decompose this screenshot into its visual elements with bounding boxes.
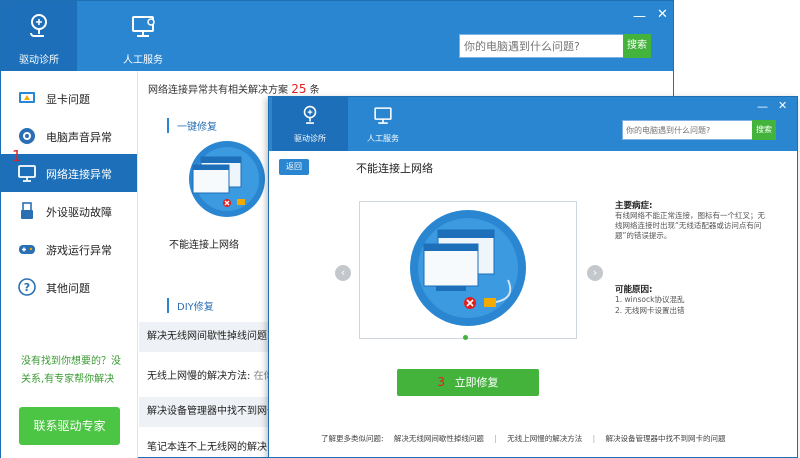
- close-icon[interactable]: ✕: [778, 99, 787, 113]
- carousel-dot[interactable]: [463, 335, 468, 340]
- search-button[interactable]: 搜索: [623, 34, 651, 58]
- solution-row[interactable]: 无线上网慢的解决方法: 在你: [139, 362, 274, 392]
- detail-header: 驱动诊所 人工服务 — ✕ 搜索: [269, 97, 797, 151]
- graphics-card-icon: [19, 92, 35, 103]
- close-icon[interactable]: ✕: [657, 8, 668, 22]
- cause-item: 2. 无线网卡设置出错: [615, 306, 685, 315]
- step-marker-3: 3: [437, 375, 446, 389]
- tab-driver-clinic[interactable]: 驱动诊所: [272, 97, 348, 151]
- solution-row[interactable]: 解决设备管理器中找不到网卡: [139, 397, 274, 427]
- next-arrow-icon[interactable]: ›: [587, 265, 603, 281]
- sidebar-item-peripheral[interactable]: 外设驱动故障: [1, 192, 137, 230]
- svg-text:?: ?: [24, 281, 30, 294]
- tab-label: 人工服务: [123, 55, 163, 66]
- minimize-icon[interactable]: —: [633, 10, 646, 24]
- link-separator: |: [494, 434, 497, 443]
- solution-title: 无线上网慢的解决方法:: [147, 371, 251, 382]
- network-monitor-icon: [410, 210, 526, 326]
- main-header: 驱动诊所 人工服务 — ✕ 搜索: [1, 1, 673, 71]
- symptoms-text: 有线网络不能正常连接，图标有一个红叉；无线网络连接时出现“无线适配器或访问点有问…: [615, 211, 765, 240]
- monitor-support-icon: [132, 16, 155, 37]
- tab-label: 驱动诊所: [294, 134, 326, 143]
- one-click-section-title: 一键修复: [167, 118, 217, 133]
- related-links: 了解更多类似问题: 解决无线网间歇性掉线问题 | 无线上网慢的解决方法 | 解决…: [321, 433, 734, 444]
- contact-expert-button[interactable]: 联系驱动专家: [19, 407, 120, 445]
- speaker-icon: [19, 128, 35, 144]
- network-fix-card[interactable]: [159, 139, 271, 225]
- related-link[interactable]: 解决设备管理器中找不到网卡的问题: [606, 434, 726, 443]
- sidebar: 显卡问题 电脑声音异常 网络连接异常 1 外设驱动故障 游戏运行异常 ? 其他问…: [1, 71, 138, 458]
- related-link[interactable]: 无线上网慢的解决方法: [507, 434, 582, 443]
- card-label: 不能连接上网络: [169, 240, 239, 251]
- tab-label: 驱动诊所: [19, 55, 59, 66]
- sidebar-item-label: 显卡问题: [46, 93, 90, 106]
- sidebar-item-label: 其他问题: [46, 282, 90, 295]
- solution-summary: 网络连接异常共有相关解决方案 25 条: [148, 81, 320, 96]
- fix-button-label: 立即修复: [454, 376, 499, 389]
- symptoms-heading: 主要病症:: [615, 201, 653, 211]
- question-icon: ?: [18, 278, 36, 296]
- solution-title: 解决设备管理器中找不到网卡: [147, 406, 274, 417]
- network-monitor-icon: [189, 141, 265, 217]
- summary-suffix: 条: [309, 85, 320, 96]
- solution-title: 解决无线网间歇性掉线问题: [147, 331, 267, 342]
- help-text: 没有找到你想要的？没关系,有专家帮你解决: [21, 356, 121, 385]
- summary-prefix: 网络连接异常共有相关解决方案: [148, 85, 288, 96]
- prev-arrow-icon[interactable]: ‹: [335, 265, 351, 281]
- sidebar-item-graphics[interactable]: 显卡问题: [1, 79, 137, 117]
- step-marker-1: 1: [12, 147, 22, 165]
- diy-section-title: DIY修复: [167, 298, 214, 313]
- stethoscope-icon: [30, 14, 47, 37]
- search-input[interactable]: [623, 121, 751, 139]
- gamepad-icon: [19, 245, 35, 254]
- solution-title: 笔记本连不上无线网的解决: [147, 442, 267, 453]
- related-link[interactable]: 解决无线网间歇性掉线问题: [394, 434, 484, 443]
- sidebar-item-other[interactable]: ? 其他问题: [1, 268, 137, 306]
- tab-human-service[interactable]: 人工服务: [105, 1, 181, 71]
- detail-window: 驱动诊所 人工服务 — ✕ 搜索 返回 不能连接上网络 ‹: [268, 96, 798, 458]
- sidebar-item-label: 游戏运行异常: [46, 244, 112, 257]
- stethoscope-icon: [303, 105, 317, 124]
- causes-heading: 可能原因:: [615, 285, 653, 295]
- minimize-icon[interactable]: —: [757, 100, 768, 114]
- search-box: 搜索: [622, 120, 776, 140]
- search-button[interactable]: 搜索: [752, 120, 776, 140]
- tab-driver-clinic[interactable]: 驱动诊所: [1, 1, 77, 71]
- solution-count: 25: [291, 82, 307, 96]
- monitor-support-icon: [374, 107, 392, 124]
- tab-human-service[interactable]: 人工服务: [345, 97, 421, 151]
- cause-item: 1. winsock协议混乱: [615, 295, 685, 304]
- tab-label: 人工服务: [367, 134, 399, 143]
- sidebar-item-game[interactable]: 游戏运行异常: [1, 230, 137, 268]
- sidebar-item-label: 外设驱动故障: [46, 206, 112, 219]
- usb-icon: [21, 202, 33, 219]
- illustration-panel: [359, 201, 577, 339]
- back-button[interactable]: 返回: [279, 159, 309, 175]
- sidebar-item-label: 网络连接异常: [46, 168, 112, 181]
- solution-row[interactable]: 解决无线网间歇性掉线问题: [139, 322, 274, 352]
- search-box: 搜索: [459, 34, 651, 58]
- monitor-icon: [18, 165, 36, 182]
- search-input[interactable]: [460, 35, 624, 57]
- link-separator: |: [592, 434, 596, 443]
- fix-now-button[interactable]: 3 立即修复: [397, 369, 539, 396]
- related-label: 了解更多类似问题:: [321, 434, 384, 443]
- sidebar-item-label: 电脑声音异常: [46, 131, 112, 144]
- problem-title: 不能连接上网络: [356, 162, 433, 175]
- solution-row[interactable]: 笔记本连不上无线网的解决: [139, 438, 274, 458]
